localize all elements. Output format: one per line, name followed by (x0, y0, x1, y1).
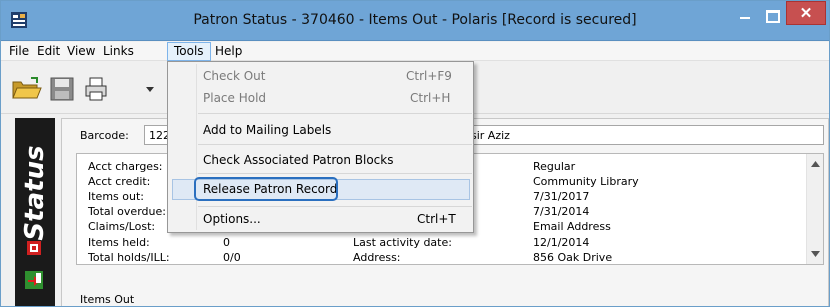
patron-status-window: Patron Status - 370460 - Items Out - Pol… (0, 0, 830, 307)
registration-date-value: 7/31/2014 (533, 205, 590, 218)
items-out-section-label: Items Out (80, 293, 135, 306)
menu-help[interactable]: Help (209, 42, 248, 61)
patron-block-icon[interactable] (27, 241, 41, 255)
patron-code-value: Regular (533, 160, 576, 173)
acct-charges-label: Acct charges: (88, 160, 163, 173)
options-shortcut: Ctrl+T (417, 212, 456, 226)
check-in-icon[interactable] (25, 271, 43, 289)
items-held-value: 0 (223, 236, 230, 249)
tools-menu: Check Out Ctrl+F9 Place Hold Ctrl+H Add … (167, 61, 474, 233)
menu-item-options[interactable]: Options... (203, 212, 261, 226)
menu-separator (198, 144, 472, 145)
menu-bar: File Edit View Links Tools Help (1, 42, 829, 61)
menu-tools[interactable]: Tools (167, 42, 211, 61)
menu-item-place-hold[interactable]: Place Hold (203, 91, 266, 105)
scroll-up-icon[interactable] (811, 161, 820, 167)
minimize-button[interactable] (732, 3, 758, 29)
branch-value: Community Library (533, 175, 639, 188)
acct-credit-label: Acct credit: (88, 175, 151, 188)
print-dropdown-arrow-icon[interactable] (145, 84, 155, 94)
patron-name-value: sir Aziz (471, 129, 510, 142)
menu-separator (198, 113, 472, 114)
menu-gutter (196, 64, 197, 230)
menu-item-check-out[interactable]: Check Out (203, 69, 265, 83)
scroll-down-icon[interactable] (811, 251, 820, 257)
close-button[interactable]: ✕ (786, 1, 826, 25)
close-icon: ✕ (799, 5, 813, 22)
save-icon[interactable] (49, 76, 75, 102)
barcode-label: Barcode: (80, 129, 129, 142)
focus-ring (194, 177, 338, 201)
print-icon[interactable] (83, 76, 109, 102)
title-bar[interactable]: Patron Status - 370460 - Items Out - Pol… (1, 1, 829, 41)
items-held-label: Items held: (88, 236, 150, 249)
address-value: 856 Oak Drive (533, 251, 613, 264)
menu-links[interactable]: Links (97, 42, 140, 61)
open-folder-icon[interactable] (11, 76, 43, 102)
menu-separator (198, 206, 472, 207)
menu-item-check-patron-blocks[interactable]: Check Associated Patron Blocks (203, 153, 393, 167)
menu-item-add-mailing-labels[interactable]: Add to Mailing Labels (203, 123, 331, 137)
window-title: Patron Status - 370460 - Items Out - Pol… (193, 12, 637, 28)
total-holds-label: Total holds/ILL: (88, 251, 170, 264)
menu-separator (198, 173, 472, 174)
total-overdue-label: Total overdue: (88, 205, 166, 218)
status-strip: Status (15, 118, 55, 306)
address-label: Address: (353, 251, 401, 264)
check-out-shortcut: Ctrl+F9 (406, 69, 452, 83)
expiration-date-value: 7/31/2017 (533, 190, 590, 203)
status-strip-label: Status (20, 145, 50, 241)
info-scrollbar[interactable] (806, 154, 823, 264)
last-activity-value: 12/1/2014 (533, 236, 590, 249)
place-hold-shortcut: Ctrl+H (410, 91, 451, 105)
notification-value: Email Address (533, 220, 611, 233)
maximize-button[interactable] (759, 3, 785, 29)
patron-name-field[interactable]: sir Aziz (471, 125, 824, 145)
claims-lost-label: Claims/Lost: (88, 220, 156, 233)
last-activity-label: Last activity date: (353, 236, 452, 249)
total-holds-value: 0/0 (223, 251, 241, 264)
items-out-label: Items out: (88, 190, 144, 203)
menu-view[interactable]: View (61, 42, 101, 61)
